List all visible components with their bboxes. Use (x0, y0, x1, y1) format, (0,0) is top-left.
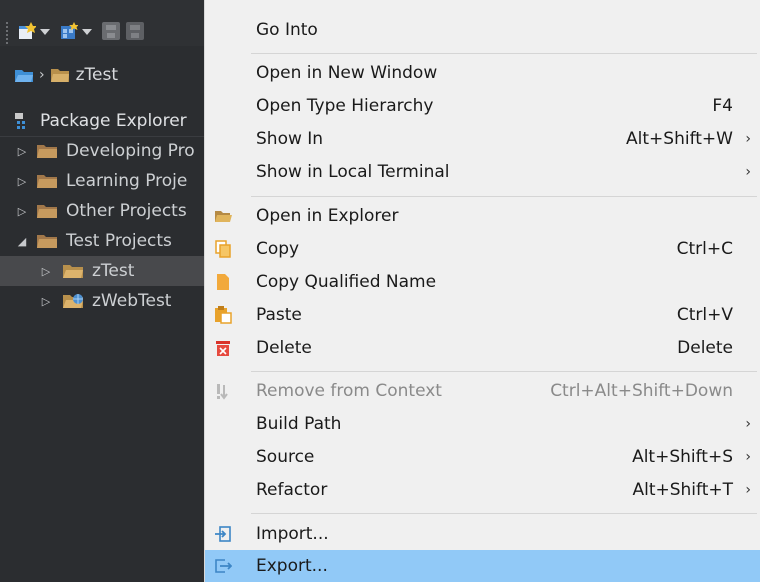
main-toolbar (0, 0, 204, 46)
menu-item-label: Refactor (256, 480, 328, 500)
package-explorer-tab[interactable]: Package Explorer (0, 106, 204, 137)
tree-item-label: Other Projects (66, 201, 187, 221)
expand-arrow-icon[interactable]: ▷ (16, 145, 28, 158)
menu-separator (251, 196, 757, 197)
context-menu: Go Into Open in New Window Open Type Hie… (204, 0, 760, 582)
tree-item-learning-projects[interactable]: ▷ Learning Proje (0, 166, 204, 196)
menu-item-label: Show in Local Terminal (256, 162, 450, 182)
menu-item-label: Open in New Window (256, 63, 438, 83)
menu-item-label: Show In (256, 129, 324, 149)
expand-arrow-icon[interactable]: ▷ (16, 205, 28, 218)
menu-item-label: Copy Qualified Name (256, 272, 437, 292)
menu-item-shortcut: Ctrl+V (676, 305, 733, 325)
menu-item-label: Export... (256, 556, 328, 576)
menu-item-label: Go Into (256, 20, 318, 40)
menu-item-source[interactable]: Source Alt+Shift+S › (205, 441, 760, 473)
save-icon[interactable] (102, 22, 120, 40)
menu-item-export[interactable]: Export... (205, 550, 760, 582)
submenu-arrow-icon: › (745, 164, 751, 180)
menu-item-shortcut: Delete (677, 338, 733, 358)
submenu-arrow-icon: › (745, 482, 751, 498)
working-set-folder-icon (36, 233, 58, 249)
package-explorer-panel: › zTest Package Explorer ▷ Developing Pr… (0, 0, 204, 582)
paste-icon (214, 306, 232, 324)
menu-item-label: Build Path (256, 414, 342, 434)
copy-qualified-icon (214, 273, 232, 291)
menu-item-label: Source (256, 447, 315, 467)
collapse-arrow-icon[interactable]: ◢ (16, 235, 28, 248)
menu-item-delete[interactable]: Delete Delete (205, 332, 760, 364)
tree-item-label: zWebTest (92, 291, 172, 311)
menu-item-shortcut: Alt+Shift+T (632, 480, 733, 500)
delete-icon (214, 339, 232, 357)
expand-arrow-icon[interactable]: ▷ (40, 295, 52, 308)
project-folder-icon[interactable] (50, 67, 70, 83)
menu-item-shortcut: Ctrl+C (676, 239, 733, 259)
package-explorer-icon (14, 111, 34, 131)
menu-item-open-type-hierarchy[interactable]: Open Type Hierarchy F4 (205, 90, 760, 122)
menu-item-build-path[interactable]: Build Path › (205, 408, 760, 440)
new-icon[interactable] (18, 22, 37, 40)
new-java-element-icon[interactable] (60, 22, 79, 40)
menu-item-shortcut: Alt+Shift+S (632, 447, 733, 467)
tree-item-ztest[interactable]: ▷ zTest (0, 256, 204, 286)
expand-arrow-icon[interactable]: ▷ (40, 265, 52, 278)
submenu-arrow-icon: › (745, 449, 751, 465)
export-icon (214, 557, 233, 575)
toolbar-grip[interactable] (6, 22, 10, 44)
tree-item-developing-projects[interactable]: ▷ Developing Pro (0, 136, 204, 166)
tree-item-zwebtest[interactable]: ▷ zWebTest (0, 286, 204, 316)
menu-item-open-in-new-window[interactable]: Open in New Window (205, 57, 760, 89)
menu-item-go-into[interactable]: Go Into (205, 14, 760, 46)
menu-item-remove-from-context[interactable]: Remove from Context Ctrl+Alt+Shift+Down (205, 375, 760, 407)
menu-item-label: Copy (256, 239, 300, 259)
menu-item-shortcut: Alt+Shift+W (626, 129, 733, 149)
submenu-arrow-icon: › (745, 131, 751, 147)
project-folder-icon (62, 263, 84, 279)
menu-item-show-in-local-terminal[interactable]: Show in Local Terminal › (205, 156, 760, 188)
menu-item-label: Import... (256, 524, 329, 544)
menu-item-label: Paste (256, 305, 302, 325)
breadcrumb-separator: › (39, 67, 45, 83)
working-set-folder-icon (36, 203, 58, 219)
menu-separator (251, 371, 757, 372)
menu-item-open-in-explorer[interactable]: Open in Explorer (205, 200, 760, 232)
menu-item-paste[interactable]: Paste Ctrl+V (205, 299, 760, 331)
workspace-icon[interactable] (14, 67, 34, 83)
menu-item-shortcut: F4 (712, 96, 733, 116)
submenu-arrow-icon: › (745, 416, 751, 432)
tree-item-label: Developing Pro (66, 141, 195, 161)
menu-item-copy-qualified-name[interactable]: Copy Qualified Name (205, 266, 760, 298)
expand-arrow-icon[interactable]: ▷ (16, 175, 28, 188)
menu-item-copy[interactable]: Copy Ctrl+C (205, 233, 760, 265)
working-set-folder-icon (36, 173, 58, 189)
breadcrumb-project[interactable]: zTest (76, 65, 118, 85)
package-explorer-title: Package Explorer (40, 111, 187, 131)
menu-separator (251, 53, 757, 54)
menu-item-shortcut: Ctrl+Alt+Shift+Down (550, 381, 733, 401)
save-all-icon[interactable] (126, 22, 144, 40)
import-icon (214, 525, 232, 543)
web-project-folder-icon (62, 293, 84, 309)
tree-item-test-projects[interactable]: ◢ Test Projects (0, 226, 204, 256)
menu-item-label: Open Type Hierarchy (256, 96, 434, 116)
remove-context-icon (214, 382, 232, 400)
tree-item-label: zTest (92, 261, 135, 281)
new-dropdown-icon[interactable] (40, 29, 50, 35)
copy-icon (214, 240, 232, 258)
menu-item-refactor[interactable]: Refactor Alt+Shift+T › (205, 474, 760, 506)
menu-item-label: Delete (256, 338, 312, 358)
new-java-dropdown-icon[interactable] (82, 29, 92, 35)
folder-open-icon (214, 207, 232, 225)
breadcrumb: › zTest (0, 58, 204, 92)
tree-item-other-projects[interactable]: ▷ Other Projects (0, 196, 204, 226)
tree-item-label: Test Projects (66, 231, 172, 251)
menu-item-label: Open in Explorer (256, 206, 399, 226)
working-set-folder-icon (36, 143, 58, 159)
menu-item-label: Remove from Context (256, 381, 442, 401)
tree-item-label: Learning Proje (66, 171, 188, 191)
menu-item-show-in[interactable]: Show In Alt+Shift+W › (205, 123, 760, 155)
menu-item-import[interactable]: Import... (205, 518, 760, 550)
menu-separator (251, 513, 757, 514)
